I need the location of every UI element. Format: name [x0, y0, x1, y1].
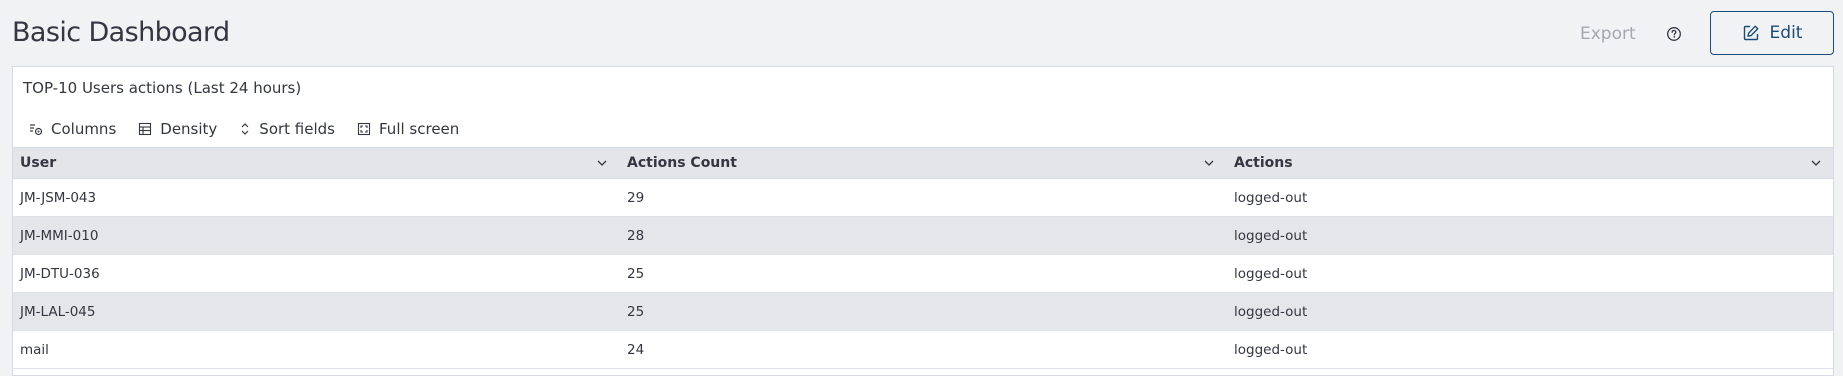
column-header-label: User: [20, 155, 57, 171]
columns-button[interactable]: Columns: [29, 120, 116, 138]
sort-arrows-icon: [241, 123, 249, 135]
data-grid: User Actions Count Actions JM-JSM-043 29…: [13, 147, 1833, 369]
cell-actions: logged-out: [1234, 303, 1308, 320]
edit-pencil-icon: [1743, 25, 1759, 41]
column-header-user[interactable]: User: [13, 148, 620, 178]
column-header-label: Actions: [1234, 155, 1293, 171]
cell-actions: logged-out: [1234, 265, 1308, 282]
columns-label: Columns: [51, 120, 117, 138]
chevron-down-icon[interactable]: [596, 157, 608, 169]
column-header-actions-count[interactable]: Actions Count: [620, 148, 1227, 178]
visualization-panel: TOP-10 Users actions (Last 24 hours) Col…: [12, 66, 1834, 376]
density-label: Density: [160, 120, 218, 138]
table-row: JM-DTU-036 25 logged-out: [13, 255, 1833, 293]
density-table-icon: [139, 122, 152, 136]
fullscreen-button[interactable]: Full screen: [357, 120, 459, 138]
panel-title: TOP-10 Users actions (Last 24 hours): [23, 79, 302, 97]
cell-actions-count: 28: [627, 227, 645, 244]
cell-user: JM-MMI-010: [20, 227, 99, 244]
table-row: JM-MMI-010 28 logged-out: [13, 217, 1833, 255]
edit-button[interactable]: Edit: [1710, 11, 1834, 55]
cell-user: JM-JSM-043: [20, 189, 97, 206]
density-button[interactable]: Density: [138, 120, 217, 138]
grid-header-row: User Actions Count Actions: [13, 147, 1833, 179]
cell-actions: logged-out: [1234, 227, 1308, 244]
fullscreen-label: Full screen: [379, 120, 460, 138]
chevron-down-icon[interactable]: [1810, 157, 1822, 169]
cell-actions-count: 25: [627, 265, 645, 282]
edit-button-label: Edit: [1769, 23, 1803, 43]
cell-actions-count: 25: [627, 303, 645, 320]
cell-user: JM-DTU-036: [20, 265, 100, 282]
chevron-down-icon[interactable]: [1203, 157, 1215, 169]
help-button[interactable]: [1666, 26, 1684, 44]
fullscreen-icon: [357, 122, 371, 136]
columns-gear-icon: [30, 124, 43, 136]
column-header-label: Actions Count: [627, 155, 737, 171]
sort-fields-button[interactable]: Sort fields: [239, 120, 335, 138]
export-button[interactable]: Export: [1580, 24, 1636, 44]
grid-toolbar: Columns Density Sort fields Full screen: [29, 119, 459, 139]
cell-actions: logged-out: [1234, 189, 1308, 206]
cell-actions-count: 24: [627, 341, 645, 358]
sort-fields-label: Sort fields: [259, 120, 335, 138]
page-title: Basic Dashboard: [12, 17, 230, 48]
table-row: mail 24 logged-out: [13, 331, 1833, 369]
column-header-actions[interactable]: Actions: [1227, 148, 1833, 178]
cell-actions-count: 29: [627, 189, 645, 206]
table-row: JM-JSM-043 29 logged-out: [13, 179, 1833, 217]
cell-user: JM-LAL-045: [20, 303, 96, 320]
cell-user: mail: [20, 341, 49, 358]
dashboard-header: Basic Dashboard Export Edit: [0, 0, 1843, 66]
table-row: JM-LAL-045 25 logged-out: [13, 293, 1833, 331]
question-circle-icon: [1667, 27, 1681, 41]
cell-actions: logged-out: [1234, 341, 1308, 358]
